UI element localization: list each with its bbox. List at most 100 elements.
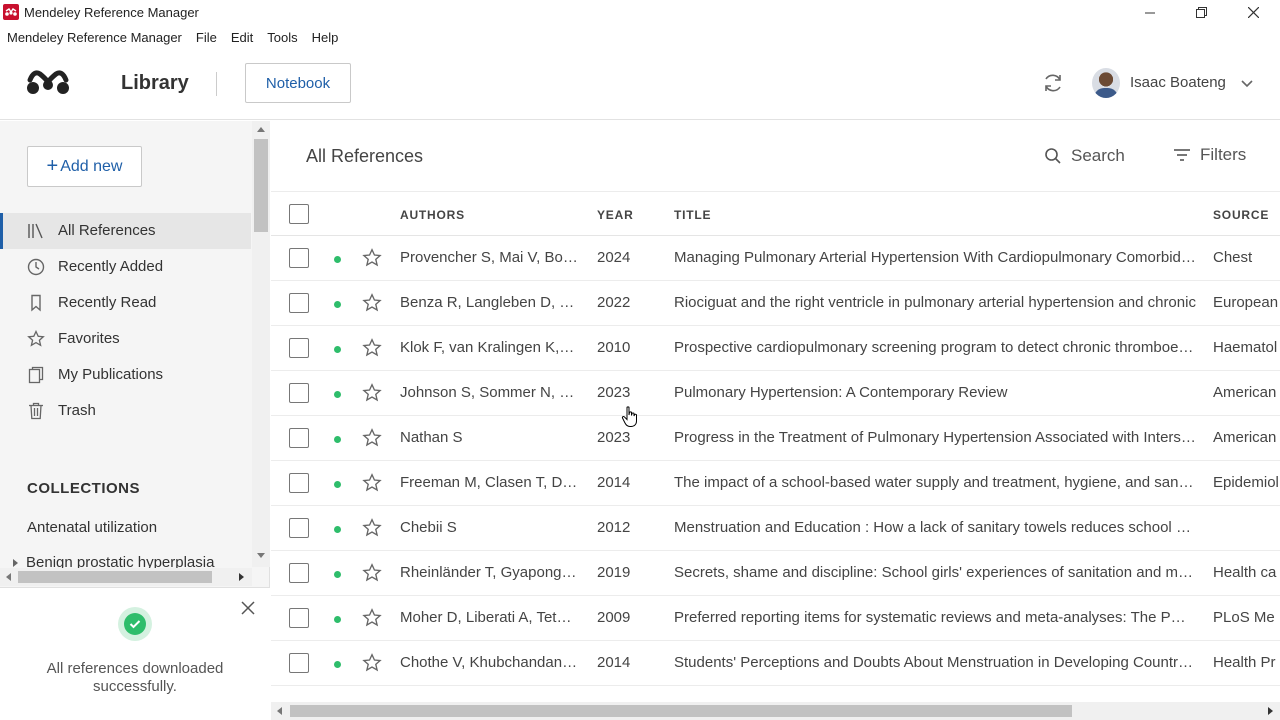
add-new-label: Add new [60, 157, 123, 175]
menu-file[interactable]: File [196, 30, 217, 45]
sidebar-item-recently-added[interactable]: Recently Added [0, 249, 251, 285]
table-row[interactable]: Benza R, Langleben D, Hemnes A 2022 Riocig… [271, 281, 1280, 326]
table-row[interactable]: Johnson S, Sommer N, Cox-Flaherty K 2023 P… [271, 371, 1280, 416]
cell-year: 2010 [597, 339, 631, 356]
filters-button[interactable]: Filters [1173, 145, 1246, 165]
table-row[interactable]: Moher D, Liberati A, Tetzlaff J 2009 Prefe… [271, 596, 1280, 641]
scroll-right-icon[interactable] [1267, 706, 1274, 716]
close-icon[interactable] [240, 600, 256, 621]
user-avatar[interactable] [1092, 68, 1120, 98]
scroll-right-icon[interactable] [238, 572, 245, 582]
favorite-star-icon[interactable] [362, 473, 382, 493]
chevron-down-icon[interactable] [1240, 76, 1254, 94]
restore-button[interactable] [1178, 0, 1224, 25]
table-row[interactable]: Chothe V, Khubchandani J, Seabert D 2014 S… [271, 641, 1280, 686]
cell-title: Secrets, shame and discipline: School gi… [674, 564, 1196, 581]
row-checkbox[interactable] [289, 563, 309, 583]
sidebar-item-label: Trash [58, 402, 96, 419]
favorite-star-icon[interactable] [362, 518, 382, 538]
table-row[interactable]: Klok F, van Kralingen K, van Dijk A 2010 P… [271, 326, 1280, 371]
row-checkbox[interactable] [289, 338, 309, 358]
row-checkbox[interactable] [289, 428, 309, 448]
cell-source: Health ca [1213, 564, 1277, 581]
favorite-star-icon[interactable] [362, 248, 382, 268]
cell-source: European [1213, 294, 1279, 311]
column-header-title[interactable]: TITLE [674, 208, 711, 222]
notebook-button[interactable]: Notebook [245, 63, 351, 103]
hand-cursor-icon [621, 406, 639, 433]
publications-icon [27, 366, 45, 384]
minimize-button[interactable] [1127, 0, 1173, 25]
cell-source: Haematol [1213, 339, 1278, 356]
scrollbar-thumb[interactable] [254, 139, 268, 232]
table-horizontal-scrollbar[interactable] [271, 702, 1280, 720]
sidebar-item-my-publications[interactable]: My Publications [0, 357, 251, 393]
menu-edit[interactable]: Edit [231, 30, 253, 45]
table-row[interactable]: Provencher S, Mai V, Bonnet S 2024 Managin… [271, 236, 1280, 281]
row-checkbox[interactable] [289, 383, 309, 403]
favorite-star-icon[interactable] [362, 293, 382, 313]
collections-header: COLLECTIONS [27, 480, 140, 497]
favorite-star-icon[interactable] [362, 653, 382, 673]
favorite-star-icon[interactable] [362, 563, 382, 583]
cell-authors: Nathan S [400, 429, 463, 446]
table-row[interactable]: Nathan S 2023 Progress in the Treatment of… [271, 416, 1280, 461]
scrollbar-thumb[interactable] [18, 571, 212, 583]
table-row[interactable]: Rheinländer T, Gyapong M, Akpakli D 2019 S… [271, 551, 1280, 596]
sync-icon[interactable] [1042, 72, 1064, 99]
success-check-icon [118, 607, 152, 641]
menu-app[interactable]: Mendeley Reference Manager [7, 30, 182, 45]
add-new-button[interactable]: + Add new [27, 146, 142, 187]
menu-tools[interactable]: Tools [267, 30, 297, 45]
cell-title: The impact of a school-based water suppl… [674, 474, 1196, 491]
cell-authors: Provencher S, Mai V, Bonnet S [400, 249, 578, 266]
collection-item[interactable]: Benign prostatic hyperplasia [12, 554, 250, 568]
scroll-down-icon[interactable] [256, 552, 266, 559]
sidebar-item-label: All References [58, 222, 156, 239]
column-header-source[interactable]: SOURCE [1213, 208, 1269, 222]
collection-item[interactable]: Antenatal utilization [27, 519, 157, 536]
cell-year: 2024 [597, 249, 631, 266]
sidebar-vertical-scrollbar[interactable] [252, 121, 270, 567]
sidebar-item-label: My Publications [58, 366, 164, 383]
scroll-up-icon[interactable] [256, 126, 266, 133]
sidebar-item-recently-read[interactable]: Recently Read [0, 285, 251, 321]
sidebar-item-favorites[interactable]: Favorites [0, 321, 251, 357]
cell-year: 2019 [597, 564, 631, 581]
row-checkbox[interactable] [289, 608, 309, 628]
sidebar-item-all-references[interactable]: All References [0, 213, 251, 249]
favorite-star-icon[interactable] [362, 338, 382, 358]
favorite-star-icon[interactable] [362, 383, 382, 403]
row-checkbox[interactable] [289, 248, 309, 268]
scroll-left-icon[interactable] [5, 572, 12, 582]
row-checkbox[interactable] [289, 473, 309, 493]
menu-help[interactable]: Help [312, 30, 339, 45]
scrollbar-thumb[interactable] [290, 705, 1072, 717]
favorite-star-icon[interactable] [362, 608, 382, 628]
cell-source: PLoS Me [1213, 609, 1275, 626]
sidebar-horizontal-scrollbar[interactable] [0, 568, 252, 586]
sidebar-item-trash[interactable]: Trash [0, 393, 251, 429]
scroll-left-icon[interactable] [276, 706, 283, 716]
caret-right-icon[interactable] [12, 558, 20, 568]
search-button[interactable]: Search [1044, 146, 1125, 166]
table-row[interactable]: Freeman M, Clasen T, Dreibelbis R 2014 The… [271, 461, 1280, 506]
cell-title: Menstruation and Education : How a lack … [674, 519, 1196, 536]
close-window-button[interactable] [1230, 0, 1276, 25]
cell-source: Epidemiol [1213, 474, 1279, 491]
cell-title: Students' Perceptions and Doubts About M… [674, 654, 1196, 671]
synced-status-dot [334, 526, 341, 533]
row-checkbox[interactable] [289, 653, 309, 673]
row-checkbox[interactable] [289, 518, 309, 538]
mendeley-logo-icon[interactable] [26, 68, 70, 101]
table-row[interactable]: Chebii S 2012 Menstruation and Education :… [271, 506, 1280, 551]
search-label: Search [1071, 146, 1125, 165]
favorite-star-icon[interactable] [362, 428, 382, 448]
column-header-authors[interactable]: AUTHORS [400, 208, 465, 222]
select-all-checkbox[interactable] [289, 204, 309, 224]
column-header-year[interactable]: YEAR [597, 208, 634, 222]
user-name[interactable]: Isaac Boateng [1130, 74, 1226, 91]
cell-authors: Klok F, van Kralingen K, van Dijk A [400, 339, 578, 356]
row-checkbox[interactable] [289, 293, 309, 313]
library-title: Library [121, 72, 189, 94]
